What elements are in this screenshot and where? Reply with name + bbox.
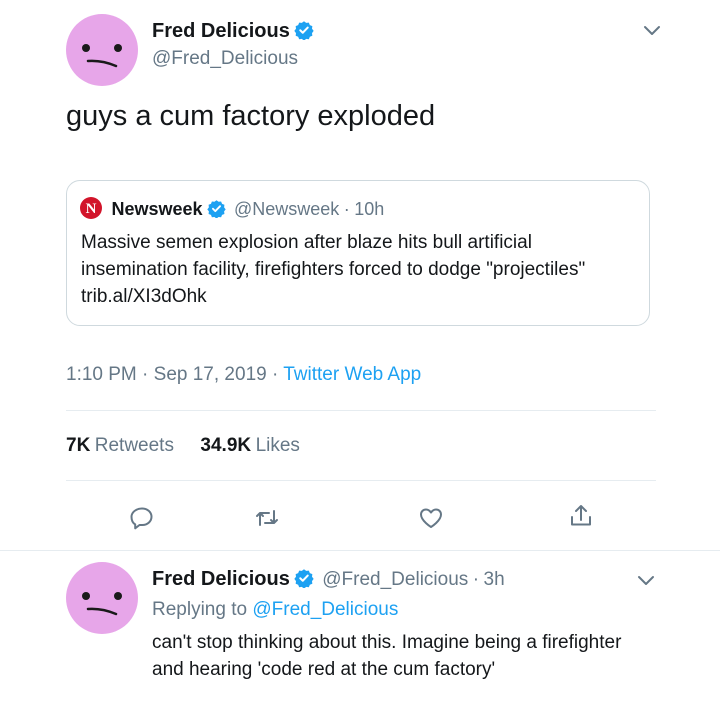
tweet-text: guys a cum factory exploded <box>66 100 436 132</box>
share-button[interactable] <box>568 503 594 529</box>
quoted-text: Massive semen explosion after blaze hits… <box>81 232 586 307</box>
reply-icon <box>130 507 153 530</box>
newsweek-logo-letter: N <box>86 201 97 217</box>
stats-bar: 7K Retweets 34.9K Likes <box>66 435 300 457</box>
verified-badge-icon <box>206 200 226 218</box>
retweets-count: 7K <box>66 435 91 456</box>
likes-count: 34.9K <box>200 435 252 456</box>
replying-to-handle[interactable]: @Fred_Delicious <box>252 599 398 620</box>
author-name[interactable]: Fred Delicious <box>152 20 290 42</box>
chevron-down-icon[interactable] <box>636 574 656 588</box>
retweet-icon <box>256 510 278 526</box>
like-button[interactable] <box>418 505 444 531</box>
replying-to-line: Replying to @Fred_Delicious <box>152 599 398 621</box>
timestamp-line: 1:10 PM · Sep 17, 2019 · Twitter Web App <box>66 364 422 385</box>
divider <box>66 410 656 411</box>
source-app-link[interactable]: Twitter Web App <box>283 364 421 385</box>
reply-age: 3h <box>483 569 505 590</box>
replying-prefix: Replying to <box>152 599 248 620</box>
share-icon <box>571 505 591 526</box>
avatar[interactable] <box>66 14 138 86</box>
retweets-stat[interactable]: 7K Retweets <box>66 435 178 456</box>
avatar[interactable] <box>66 562 138 634</box>
reply-button[interactable] <box>129 505 155 531</box>
divider <box>66 480 656 481</box>
likes-stat[interactable]: 34.9K Likes <box>200 435 300 456</box>
newsweek-logo-icon: N <box>80 197 102 219</box>
verified-badge-icon <box>294 21 314 40</box>
chevron-down-icon[interactable] <box>642 24 662 38</box>
likes-label: Likes <box>255 435 300 456</box>
separator-dot: · <box>472 569 480 590</box>
tweet-time[interactable]: 1:10 PM <box>66 364 137 385</box>
quoted-age: 10h <box>354 199 385 219</box>
separator-dot: · <box>343 199 350 219</box>
verified-badge-icon <box>294 569 314 588</box>
tweet-date[interactable]: Sep 17, 2019 <box>154 364 267 385</box>
reply-author-handle[interactable]: @Fred_Delicious <box>322 569 468 590</box>
section-divider <box>0 550 720 551</box>
like-icon <box>420 508 442 528</box>
quoted-tweet-card[interactable]: N Newsweek @Newsweek · 10h Massive semen… <box>66 180 650 326</box>
quoted-author-handle[interactable]: @Newsweek <box>234 199 339 219</box>
quoted-author-name[interactable]: Newsweek <box>111 199 202 219</box>
reply-author-name[interactable]: Fred Delicious <box>152 568 290 590</box>
retweets-label: Retweets <box>94 435 174 456</box>
retweet-button[interactable] <box>254 505 280 531</box>
author-handle[interactable]: @Fred_Delicious <box>152 48 298 70</box>
reply-text: can't stop thinking about this. Imagine … <box>152 632 622 680</box>
